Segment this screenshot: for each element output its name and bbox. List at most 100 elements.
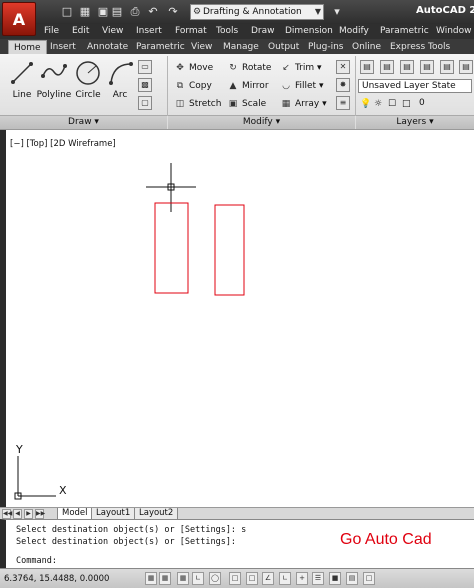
undo-icon[interactable]: ↶ (146, 5, 160, 19)
menu-modify[interactable]: Modify (339, 26, 369, 36)
lineweight-icon[interactable]: ☰ (312, 572, 324, 585)
layer-isolate-icon[interactable]: ▤ (400, 60, 414, 74)
grid-display-icon[interactable]: ▦ (177, 572, 189, 585)
menu-tools[interactable]: Tools (216, 26, 238, 36)
current-layer-dropdown[interactable]: 0 (416, 97, 472, 111)
trim-button[interactable]: ↙ Trim ▾ (279, 61, 321, 75)
mirror-button[interactable]: ▲ Mirror (226, 79, 269, 93)
layer-properties-icon[interactable]: ▤ (360, 60, 374, 74)
previous-tab-icon[interactable]: ◀ (13, 509, 22, 519)
tab-annotate[interactable]: Annotate (87, 40, 128, 54)
application-menu-button[interactable]: A (2, 2, 36, 36)
rectangle-icon[interactable]: ▭ (138, 60, 152, 74)
new-icon[interactable]: □ (60, 5, 74, 19)
more-icon[interactable]: ▾ (330, 5, 344, 19)
rotate-icon: ↻ (229, 63, 237, 73)
tab-insert[interactable]: Insert (50, 40, 76, 54)
last-tab-icon[interactable]: ▶▶ (35, 509, 45, 519)
copy-button[interactable]: ⧉ Copy (173, 79, 212, 93)
redo-icon[interactable]: ↷ (166, 5, 180, 19)
move-button[interactable]: ✥ Move (173, 61, 213, 75)
selection-cycling-icon[interactable]: □ (363, 572, 375, 585)
modify-panel-footer[interactable]: Modify ▾ (168, 115, 355, 129)
tab-view[interactable]: View (191, 40, 212, 54)
menu-draw[interactable]: Draw (251, 26, 275, 36)
trim-icon: ↙ (282, 63, 290, 73)
layer-state-dropdown[interactable]: Unsaved Layer State (358, 79, 472, 93)
offset-icon[interactable]: ≡ (336, 96, 350, 110)
color-swatch-icon: □ (402, 99, 411, 109)
circle-tool-button[interactable]: Circle (70, 58, 106, 106)
layer-state-icon[interactable]: ▤ (380, 60, 394, 74)
region-icon[interactable]: ▢ (138, 96, 152, 110)
layer-freeze-icon[interactable]: ▤ (440, 60, 454, 74)
stretch-icon: ◫ (175, 99, 185, 109)
array-button[interactable]: ▦ Array ▾ (279, 97, 327, 111)
menu-dimension[interactable]: Dimension (285, 26, 333, 36)
3d-object-snap-icon[interactable]: □ (246, 572, 258, 585)
transparency-icon[interactable]: ■ (329, 572, 341, 585)
object-snap-icon[interactable]: □ (229, 572, 241, 585)
tab-parametric[interactable]: Parametric (136, 40, 185, 54)
watermark-text: Go Auto Cad (340, 531, 432, 548)
menu-insert[interactable]: Insert (136, 26, 162, 36)
open-icon[interactable]: ▦ (78, 5, 92, 19)
snap-mode-icon[interactable]: ▦ (159, 572, 171, 585)
circle-tool-label: Circle (75, 90, 101, 100)
arc-icon (109, 62, 133, 85)
layer-unisolate-icon[interactable]: ▤ (420, 60, 434, 74)
menu-edit[interactable]: Edit (72, 26, 89, 36)
fillet-button[interactable]: ◡ Fillet ▾ (279, 79, 323, 93)
menu-view[interactable]: View (102, 26, 123, 36)
tab-output[interactable]: Output (268, 40, 299, 54)
rotate-button[interactable]: ↻ Rotate (226, 61, 271, 75)
menu-format[interactable]: Format (175, 26, 207, 36)
menu-parametric[interactable]: Parametric (380, 26, 429, 36)
quick-properties-icon[interactable]: ▤ (346, 572, 358, 585)
layers-panel-footer[interactable]: Layers ▾ (356, 115, 474, 129)
object-snap-tracking-icon[interactable]: ∠ (262, 572, 274, 585)
dynamic-input-icon[interactable]: + (296, 572, 308, 585)
hatch-icon[interactable]: ▩ (138, 78, 152, 92)
lightbulb-icon[interactable]: 💡 (360, 97, 371, 111)
command-history-line: Select destination object(s) or [Setting… (16, 525, 247, 535)
title-bar: A □ ▦ ▣ ▤ ⎙ ↶ ↷ ⚙ Drafting & Annotation … (0, 0, 474, 36)
polyline-tool-button[interactable]: Polyline (36, 58, 72, 106)
erase-icon[interactable]: ✕ (336, 60, 350, 74)
coordinate-readout[interactable]: 6.3764, 15.4488, 0.0000 (4, 574, 109, 584)
rectangle-shape-right[interactable] (214, 204, 245, 296)
first-tab-icon[interactable]: ◀◀ (2, 509, 12, 519)
line-icon (11, 62, 33, 84)
workspace-dropdown[interactable]: ⚙ Drafting & Annotation ▼ (190, 4, 324, 20)
next-tab-icon[interactable]: ▶ (24, 509, 33, 519)
rectangle-shape-left[interactable] (154, 202, 189, 294)
stretch-button[interactable]: ◫ Stretch (173, 97, 222, 111)
tab-home[interactable]: Home (8, 40, 47, 54)
infer-constraints-icon[interactable]: ▦ (145, 572, 157, 585)
save-icon[interactable]: ▣ (96, 5, 110, 19)
print-icon[interactable]: ⎙ (128, 5, 142, 19)
arc-tool-button[interactable]: Arc (102, 58, 138, 106)
polyline-icon (41, 64, 67, 78)
explode-icon[interactable]: ✸ (336, 78, 350, 92)
layer-off-icon[interactable]: ▤ (459, 60, 473, 74)
scale-button[interactable]: ▣ Scale (226, 97, 266, 111)
unlock-icon[interactable]: ☐ (388, 97, 396, 111)
save-as-icon[interactable]: ▤ (110, 5, 124, 19)
tab-express-tools[interactable]: Express Tools (390, 40, 450, 54)
drawing-area[interactable]: [−] [Top] [2D Wireframe] Y X (0, 130, 474, 507)
ortho-mode-icon[interactable]: ∟ (192, 572, 204, 585)
sun-icon[interactable]: ☼ (374, 97, 382, 111)
command-prompt[interactable]: Command: (16, 556, 57, 566)
tab-plug-ins[interactable]: Plug-ins (308, 40, 344, 54)
line-tool-button[interactable]: Line (4, 58, 40, 106)
draw-panel-footer[interactable]: Draw ▾ (0, 115, 167, 129)
tab-online[interactable]: Online (352, 40, 381, 54)
tab-manage[interactable]: Manage (223, 40, 259, 54)
menu-file[interactable]: File (44, 26, 59, 36)
command-line[interactable]: Select destination object(s) or [Setting… (0, 519, 474, 568)
dynamic-ucs-icon[interactable]: ∟ (279, 572, 291, 585)
gear-icon: ⚙ (193, 7, 202, 17)
polar-tracking-icon[interactable]: ◯ (209, 572, 221, 585)
menu-window[interactable]: Window (436, 26, 472, 36)
